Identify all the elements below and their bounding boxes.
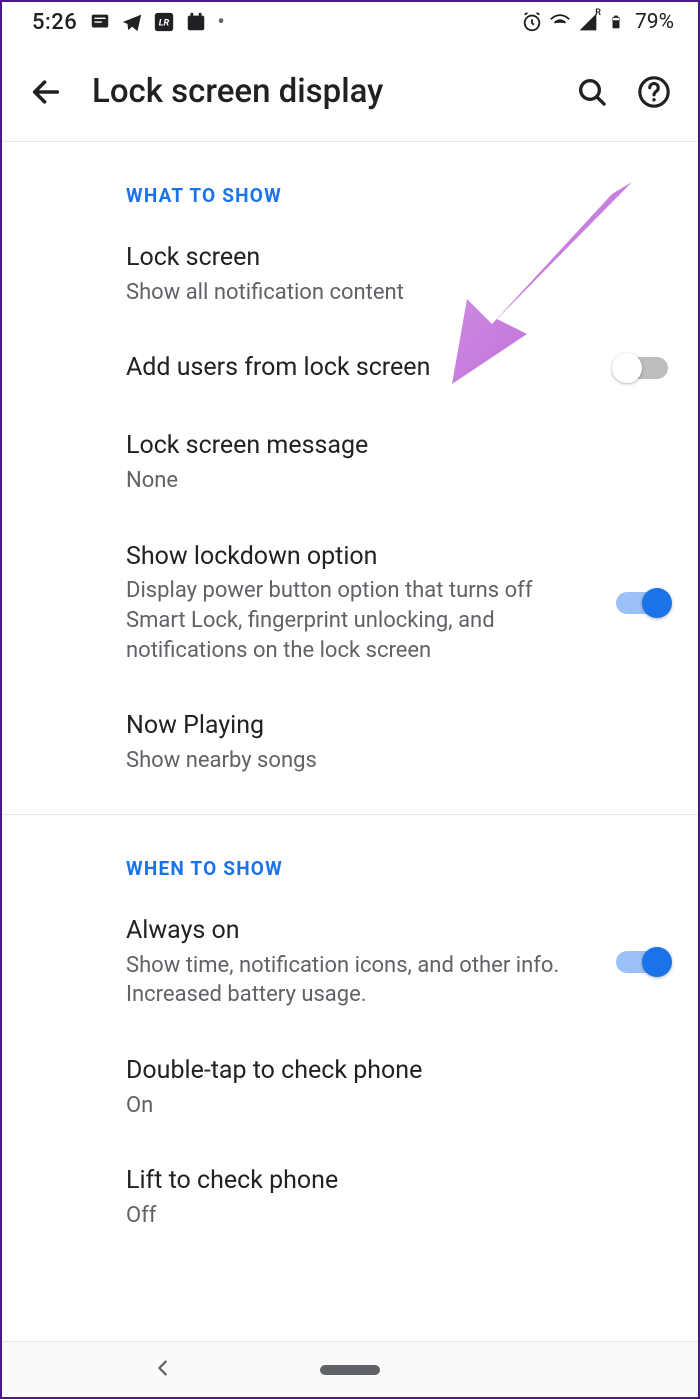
signal-icon: R bbox=[577, 11, 599, 33]
wifi-icon bbox=[549, 11, 571, 33]
setting-always-on[interactable]: Always on Show time, notification icons,… bbox=[2, 892, 698, 1032]
lr-icon: LR bbox=[153, 11, 175, 33]
setting-lift[interactable]: Lift to check phone Off bbox=[2, 1142, 698, 1252]
setting-now-playing[interactable]: Now Playing Show nearby songs bbox=[2, 687, 698, 797]
setting-subtitle: None bbox=[126, 466, 668, 496]
battery-percentage: 79% bbox=[635, 10, 674, 34]
setting-title: Double-tap to check phone bbox=[126, 1054, 668, 1088]
setting-subtitle: Display power button option that turns o… bbox=[126, 576, 596, 665]
show-lockdown-toggle[interactable] bbox=[616, 592, 668, 614]
setting-title: Lock screen message bbox=[126, 429, 668, 463]
help-button[interactable] bbox=[636, 74, 672, 110]
page-title: Lock screen display bbox=[92, 72, 546, 111]
back-button[interactable] bbox=[28, 74, 64, 110]
app-bar: Lock screen display bbox=[2, 42, 698, 142]
calendar-notification-icon bbox=[185, 11, 207, 33]
nav-back-button[interactable] bbox=[152, 1357, 174, 1383]
setting-title: Always on bbox=[126, 914, 596, 948]
setting-lock-screen-message[interactable]: Lock screen message None bbox=[2, 407, 698, 517]
navigation-bar bbox=[2, 1341, 698, 1397]
setting-lock-screen[interactable]: Lock screen Show all notification conten… bbox=[2, 219, 698, 329]
setting-subtitle: On bbox=[126, 1091, 668, 1121]
search-button[interactable] bbox=[574, 74, 610, 110]
setting-title: Lift to check phone bbox=[126, 1164, 668, 1198]
setting-subtitle: Show nearby songs bbox=[126, 746, 668, 776]
setting-title: Show lockdown option bbox=[126, 540, 596, 574]
setting-title: Now Playing bbox=[126, 709, 668, 743]
status-time: 5:26 bbox=[32, 10, 77, 35]
setting-title: Add users from lock screen bbox=[126, 351, 616, 385]
add-users-toggle[interactable] bbox=[616, 357, 668, 379]
setting-show-lockdown[interactable]: Show lockdown option Display power butto… bbox=[2, 518, 698, 688]
messages-icon bbox=[89, 11, 111, 33]
setting-add-users[interactable]: Add users from lock screen bbox=[2, 329, 698, 407]
svg-text:LR: LR bbox=[159, 19, 170, 29]
battery-icon bbox=[605, 11, 627, 33]
telegram-icon bbox=[121, 11, 143, 33]
setting-subtitle: Off bbox=[126, 1201, 668, 1231]
setting-double-tap[interactable]: Double-tap to check phone On bbox=[2, 1032, 698, 1142]
setting-subtitle: Show all notification content bbox=[126, 278, 668, 308]
always-on-toggle[interactable] bbox=[616, 951, 668, 973]
nav-home-pill[interactable] bbox=[320, 1365, 380, 1375]
more-notifications-dot: • bbox=[217, 10, 224, 35]
setting-title: Lock screen bbox=[126, 241, 668, 275]
section-header-what-to-show: WHAT TO SHOW bbox=[2, 142, 698, 219]
section-header-when-to-show: WHEN TO SHOW bbox=[2, 815, 698, 892]
status-bar: 5:26 LR • bbox=[2, 2, 698, 42]
alarm-icon bbox=[521, 11, 543, 33]
setting-subtitle: Show time, notification icons, and other… bbox=[126, 951, 596, 1010]
